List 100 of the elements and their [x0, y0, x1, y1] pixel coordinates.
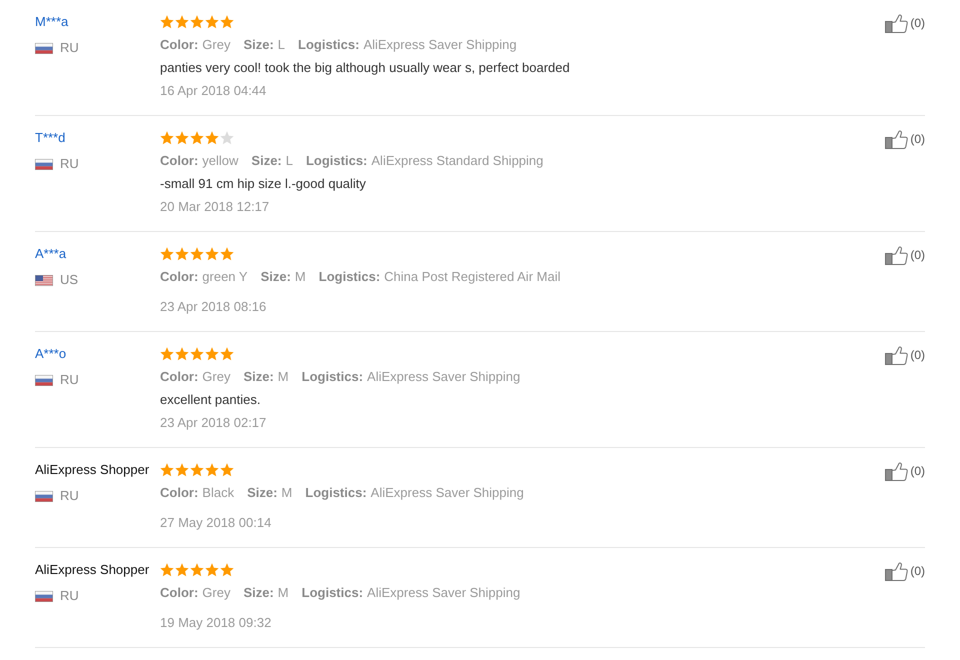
attribute-value: M [278, 585, 289, 600]
us-flag-icon [35, 274, 53, 286]
attribute-label: Size: [243, 585, 274, 600]
attribute-label: Color: [160, 269, 198, 284]
russian-flag-icon [35, 158, 53, 170]
star-icon [205, 347, 219, 361]
attribute-label: Size: [243, 369, 274, 384]
review-date: 16 Apr 2018 04:44 [160, 82, 268, 100]
like-button[interactable]: (0) [885, 246, 925, 265]
reviewer-name: AliExpress Shopper [35, 561, 150, 579]
star-icon [175, 563, 189, 577]
attribute-value: Grey [202, 37, 230, 52]
attribute-value: M [281, 485, 292, 500]
star-icon [205, 463, 219, 477]
thumbs-up-icon [885, 462, 908, 481]
attribute-label: Logistics: [298, 37, 360, 52]
attribute-value: green Y [202, 269, 248, 284]
like-button[interactable]: (0) [885, 346, 925, 365]
star-icon [220, 563, 234, 577]
attribute-label: Color: [160, 585, 198, 600]
star-icon [220, 247, 234, 261]
star-icon [160, 247, 174, 261]
attribute-value: Grey [202, 369, 230, 384]
star-icon [205, 247, 219, 261]
attribute-value: Black [202, 485, 234, 500]
attribute-label: Color: [160, 485, 198, 500]
country-code: RU [60, 371, 79, 389]
review-date: 27 May 2018 00:14 [160, 514, 272, 532]
star-icon [160, 463, 174, 477]
star-icon [175, 131, 189, 145]
star-icon [190, 347, 204, 361]
attribute-label: Color: [160, 37, 198, 52]
reviewer-name: AliExpress Shopper [35, 461, 150, 479]
attribute-label: Logistics: [305, 485, 367, 500]
review-date: 19 May 2018 09:32 [160, 614, 272, 632]
thumbs-up-icon [885, 14, 908, 33]
like-button[interactable]: (0) [885, 462, 925, 481]
attribute-value: AliExpress Saver Shipping [363, 37, 517, 52]
star-icon [205, 563, 219, 577]
attribute-value: AliExpress Saver Shipping [370, 485, 524, 500]
review-date: 20 Mar 2018 12:17 [160, 198, 270, 216]
attribute-value: yellow [202, 153, 238, 168]
star-icon [160, 347, 174, 361]
reviewer-name-link[interactable]: T***d [35, 129, 66, 147]
attribute-value: China Post Registered Air Mail [384, 269, 560, 284]
star-icon [190, 131, 204, 145]
thumbs-up-icon [885, 562, 908, 581]
attribute-label: Logistics: [306, 153, 368, 168]
star-icon [175, 347, 189, 361]
star-icon [190, 463, 204, 477]
attribute-label: Size: [251, 153, 282, 168]
thumbs-up-icon [885, 246, 908, 265]
attribute-value: L [286, 153, 293, 168]
attribute-value: Grey [202, 585, 230, 600]
star-icon [205, 15, 219, 29]
review-date: 23 Apr 2018 02:17 [160, 414, 268, 432]
thumbs-up-icon [885, 346, 908, 365]
country-code: RU [60, 487, 79, 505]
review-text: panties very cool! took the big although usually wear s, perfect boarded [160, 59, 571, 77]
star-icon [205, 131, 219, 145]
like-button[interactable]: (0) [885, 14, 925, 33]
review-text: excellent panties. [160, 391, 262, 409]
attribute-value: AliExpress Saver Shipping [367, 585, 520, 600]
star-icon [220, 463, 234, 477]
star-icon [160, 563, 174, 577]
star-icon [190, 563, 204, 577]
like-button[interactable]: (0) [885, 562, 925, 581]
attribute-label: Size: [243, 37, 274, 52]
attribute-value: M [278, 369, 289, 384]
reviewer-name-link[interactable]: A***a [35, 245, 66, 263]
star-icon [190, 15, 204, 29]
country-code: US [60, 271, 78, 289]
russian-flag-icon [35, 42, 53, 54]
attribute-label: Logistics: [302, 369, 364, 384]
attribute-label: Logistics: [302, 585, 364, 600]
attribute-value: AliExpress Standard Shipping [371, 153, 544, 168]
attribute-label: Size: [247, 485, 278, 500]
reviewer-name-link[interactable]: A***o [35, 345, 66, 363]
attribute-label: Color: [160, 153, 198, 168]
star-icon [175, 463, 189, 477]
attribute-value: M [294, 269, 306, 284]
star-icon [220, 347, 234, 361]
star-icon [160, 15, 174, 29]
attribute-label: Size: [260, 269, 291, 284]
russian-flag-icon [35, 490, 53, 502]
star-icon [190, 247, 204, 261]
star-icon [175, 15, 189, 29]
like-button[interactable]: (0) [885, 130, 925, 149]
star-icon [175, 247, 189, 261]
star-icon [160, 131, 174, 145]
attribute-label: Color: [160, 369, 198, 384]
attribute-value: L [278, 37, 286, 52]
review-text: -small 91 cm hip size l.-good quality [160, 175, 367, 193]
country-code: RU [60, 39, 79, 57]
star-icon [220, 15, 234, 29]
reviewer-name-link[interactable]: M***a [35, 13, 68, 31]
russian-flag-icon [35, 590, 53, 602]
attribute-label: Logistics: [318, 269, 380, 284]
russian-flag-icon [35, 374, 53, 386]
review-date: 23 Apr 2018 08:16 [160, 298, 268, 316]
